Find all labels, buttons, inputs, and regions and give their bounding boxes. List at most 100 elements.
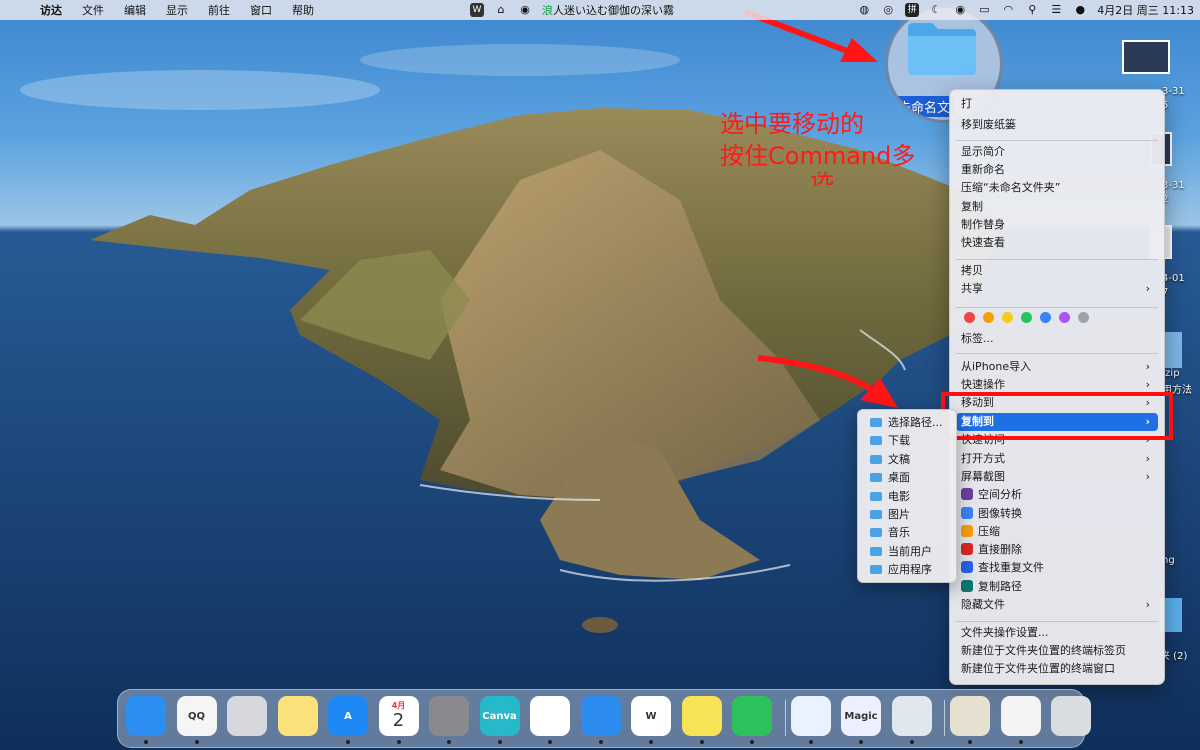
- menu-bar: 访达 文件 编辑 显示 前往 窗口 帮助 W ⌂ ◉ 浪人迷い込む御伽の深い霧 …: [0, 0, 1200, 20]
- context-menu-item[interactable]: 直接删除: [956, 541, 1158, 559]
- context-menu-item[interactable]: 显示简介: [956, 143, 1158, 161]
- dock-app-chrome[interactable]: [530, 696, 570, 736]
- submenu-item-label: 应用程序: [888, 563, 932, 577]
- dock-app-qq[interactable]: QQ: [176, 696, 217, 736]
- record-icon[interactable]: ◉: [953, 3, 967, 17]
- submenu-item[interactable]: 图片: [862, 506, 954, 524]
- submenu-item[interactable]: 选择路径...: [862, 414, 954, 432]
- dock-app-finder[interactable]: [126, 696, 166, 736]
- dock-app-recent-1[interactable]: [950, 696, 990, 736]
- context-menu-item[interactable]: 图像转换: [956, 505, 1158, 523]
- dock-app-launchpad[interactable]: [227, 696, 267, 736]
- dock-app-calendar[interactable]: 4月 2: [378, 696, 419, 736]
- submenu-item-label: 文稿: [888, 452, 910, 466]
- context-menu-item[interactable]: 快速查看: [956, 234, 1158, 252]
- context-menu-item[interactable]: 打开方式 ›: [956, 450, 1158, 468]
- calendar-month: 4月: [391, 701, 406, 710]
- battery-icon[interactable]: ▭: [977, 3, 991, 17]
- menu-help[interactable]: 帮助: [282, 2, 324, 18]
- dock-app-user-app[interactable]: [891, 696, 932, 736]
- context-menu-item[interactable]: 隐藏文件 ›: [956, 596, 1158, 614]
- submenu-item[interactable]: 文稿: [862, 451, 954, 469]
- factory-status-icon[interactable]: ⌂: [494, 3, 508, 17]
- context-menu-item[interactable]: 压缩: [956, 523, 1158, 541]
- submenu-item[interactable]: 应用程序: [862, 561, 954, 579]
- menu-window[interactable]: 窗口: [240, 2, 282, 18]
- submenu-item[interactable]: 电影: [862, 488, 954, 506]
- context-menu-item-label: 屏幕截图: [961, 470, 1005, 483]
- context-menu-item[interactable]: 移到废纸篓: [956, 116, 1158, 134]
- tag-color-dot[interactable]: [1002, 312, 1013, 323]
- context-menu-item[interactable]: 空间分析: [956, 486, 1158, 504]
- dock-app-qq-browser[interactable]: [790, 696, 831, 736]
- submenu-item[interactable]: 桌面: [862, 469, 954, 487]
- menu-go[interactable]: 前往: [198, 2, 240, 18]
- menu-view[interactable]: 显示: [156, 2, 198, 18]
- input-method-icon[interactable]: 拼: [905, 3, 920, 17]
- qq-status-icon[interactable]: ◉: [518, 3, 532, 17]
- folder-icon: [870, 546, 882, 556]
- context-menu-item[interactable]: 标签...: [956, 330, 1158, 348]
- dock-app-safari[interactable]: [580, 696, 621, 736]
- dock-app-wechat[interactable]: [732, 696, 772, 736]
- context-menu-item[interactable]: 拷贝: [956, 262, 1158, 280]
- running-indicator: [699, 740, 704, 744]
- folder-icon: [870, 491, 882, 501]
- running-indicator: [396, 740, 401, 744]
- context-menu-item[interactable]: 复制: [956, 198, 1158, 216]
- folder-icon[interactable]: [906, 20, 978, 76]
- submenu-item[interactable]: 音乐: [862, 524, 954, 542]
- context-menu-item-label: 复制: [961, 200, 983, 213]
- context-menu-item[interactable]: 文件夹操作设置...: [956, 624, 1158, 642]
- wps-status-icon[interactable]: W: [470, 3, 484, 17]
- dock-app-label: W: [645, 710, 657, 722]
- context-menu-item[interactable]: 重新命名: [956, 161, 1158, 179]
- context-menu-item[interactable]: 从iPhone导入 ›: [956, 358, 1158, 376]
- submenu-item[interactable]: 下载: [862, 432, 954, 450]
- running-indicator: [497, 740, 502, 744]
- dock-app-canva[interactable]: Canva: [479, 696, 520, 736]
- moon-icon[interactable]: ☾: [929, 3, 943, 17]
- dock-app-music[interactable]: [681, 696, 722, 736]
- context-menu-item[interactable]: 制作替身: [956, 216, 1158, 234]
- dock-app-recent-2[interactable]: [1000, 696, 1041, 736]
- desktop-icon-label: 3-31: [1162, 86, 1185, 97]
- dock-app-magic[interactable]: Magic: [841, 696, 881, 736]
- wifi-icon[interactable]: ◠: [1001, 3, 1015, 17]
- context-menu-item[interactable]: 压缩“未命名文件夹”: [956, 179, 1158, 197]
- tag-color-dot[interactable]: [964, 312, 975, 323]
- context-menu-item[interactable]: 新建位于文件夹位置的终端标签页: [956, 642, 1158, 660]
- context-menu-item[interactable]: 复制路径: [956, 578, 1158, 596]
- menu-file[interactable]: 文件: [72, 2, 114, 18]
- globe-icon[interactable]: ◍: [857, 3, 871, 17]
- dock-app-system-preferences[interactable]: [429, 696, 469, 736]
- dock-app-trash[interactable]: [1051, 696, 1091, 736]
- context-menu-item[interactable]: 新建位于文件夹位置的终端窗口: [956, 660, 1158, 678]
- context-menu-item[interactable]: 打: [956, 95, 1158, 113]
- tag-color-dot[interactable]: [1040, 312, 1051, 323]
- context-menu-item-label: 移到废纸篓: [961, 118, 1016, 131]
- context-menu-item[interactable]: 屏幕截图 ›: [956, 468, 1158, 486]
- tag-color-dot[interactable]: [1078, 312, 1089, 323]
- wechat-status-icon[interactable]: ◎: [881, 3, 895, 17]
- context-menu-item[interactable]: 共享 ›: [956, 280, 1158, 298]
- menu-edit[interactable]: 编辑: [114, 2, 156, 18]
- tag-color-dot[interactable]: [1059, 312, 1070, 323]
- dock-app-notes[interactable]: [277, 696, 318, 736]
- dock-separator: [784, 700, 786, 736]
- menu-app-name[interactable]: 访达: [30, 2, 72, 18]
- submenu-item[interactable]: 当前用户: [862, 543, 954, 561]
- dock-app-app-store[interactable]: A: [328, 696, 368, 736]
- desktop-icon-label: 3-31: [1162, 180, 1185, 191]
- search-icon[interactable]: ⚲: [1025, 3, 1039, 17]
- context-menu-item-label: 制作替身: [961, 218, 1005, 231]
- folder-icon: [870, 528, 882, 538]
- tag-color-dot[interactable]: [983, 312, 994, 323]
- context-menu-item[interactable]: 查找重复文件: [956, 559, 1158, 577]
- menubar-clock[interactable]: 4月2日 周三 11:13: [1097, 2, 1194, 18]
- siri-icon[interactable]: ●: [1073, 3, 1087, 17]
- dock-app-wps[interactable]: W: [631, 696, 671, 736]
- control-center-icon[interactable]: ☰: [1049, 3, 1063, 17]
- desktop-screenshot-thumbnail[interactable]: [1122, 40, 1170, 74]
- tag-color-dot[interactable]: [1021, 312, 1032, 323]
